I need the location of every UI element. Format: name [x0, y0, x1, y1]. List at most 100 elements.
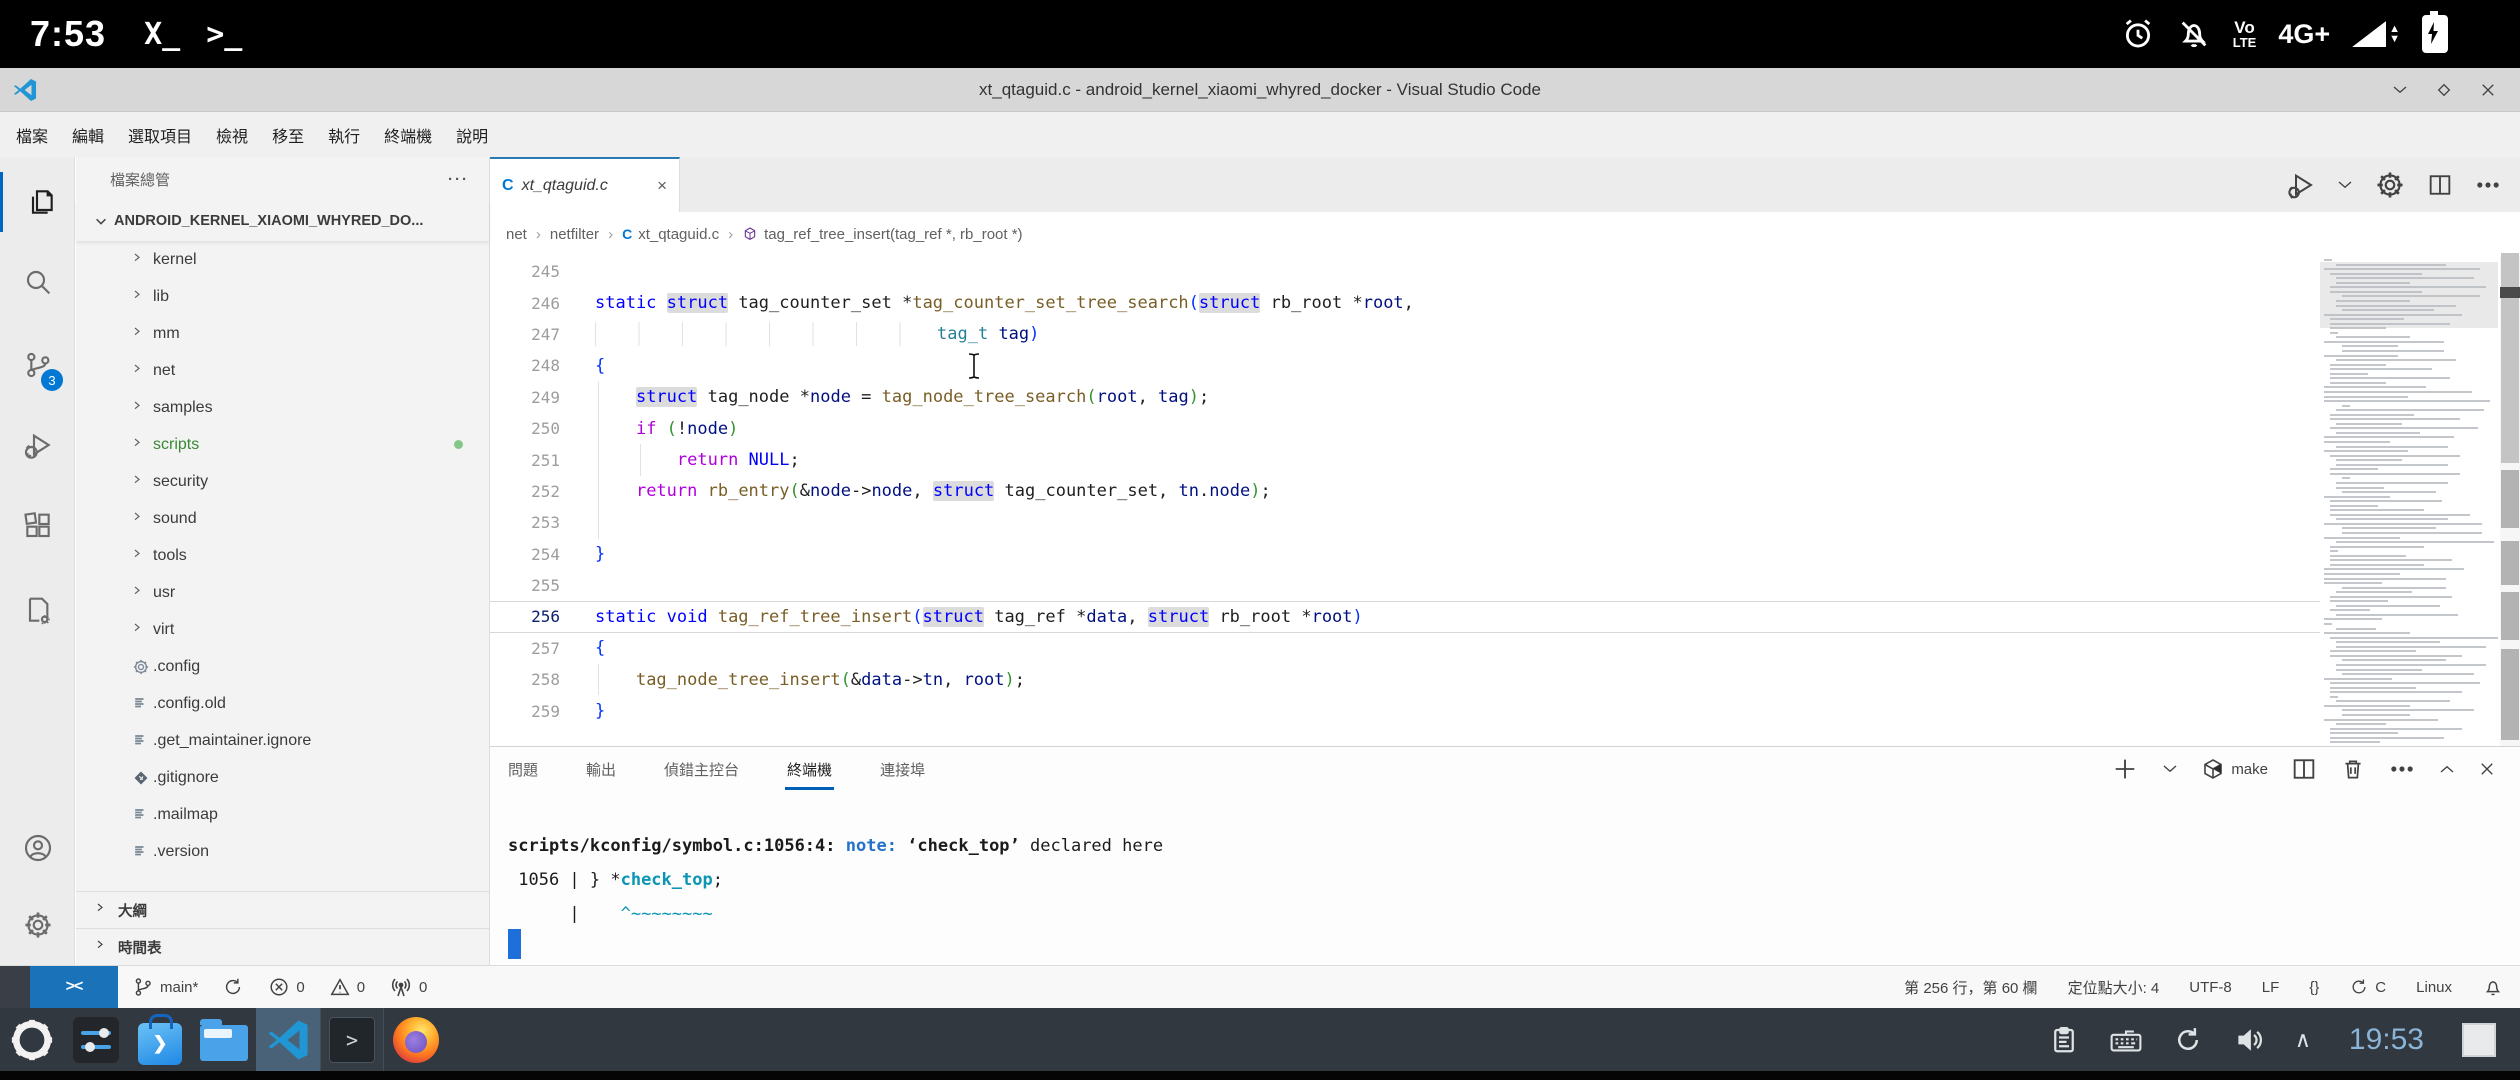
panel-tab[interactable]: 終端機: [785, 753, 834, 786]
panel-tab[interactable]: 偵錯主控台: [662, 753, 741, 786]
activitybar-manage-icon[interactable]: [0, 895, 75, 955]
status-item[interactable]: Linux: [2416, 979, 2452, 996]
tree-item-usr[interactable]: usr: [76, 574, 489, 611]
status-error-item[interactable]: 0: [268, 976, 304, 998]
tree-item-scripts[interactable]: scripts: [76, 426, 489, 463]
volume-icon[interactable]: [2233, 1025, 2265, 1055]
activitybar-accounts-icon[interactable]: [0, 818, 75, 878]
code-line-258[interactable]: 258 tag_node_tree_insert(&data->tn, root…: [490, 664, 2320, 695]
panel-plus-button[interactable]: [2111, 755, 2139, 783]
code-line-249[interactable]: 249 struct tag_node *node = tag_node_tre…: [490, 382, 2320, 413]
activitybar-search-icon[interactable]: [0, 252, 75, 312]
panel-ellipsis-button[interactable]: [2388, 755, 2416, 783]
tree-item-lib[interactable]: lib: [76, 278, 489, 315]
tree-item-security[interactable]: security: [76, 463, 489, 500]
status-warning-item[interactable]: 0: [329, 976, 365, 998]
menu-item[interactable]: 執行: [316, 119, 372, 151]
tree-item-sound[interactable]: sound: [76, 500, 489, 537]
remote-indicator[interactable]: ><: [30, 966, 118, 1008]
explorer-more-actions-icon[interactable]: ···: [448, 171, 469, 188]
sync-tray-icon[interactable]: [2173, 1025, 2203, 1055]
panel-chevron-up-button[interactable]: [2438, 760, 2456, 778]
tab-close-icon[interactable]: ×: [657, 176, 667, 196]
taskbar-app-firefox[interactable]: [384, 1008, 448, 1071]
split-icon[interactable]: [2426, 171, 2454, 199]
gear-icon[interactable]: [2374, 169, 2406, 201]
terminal-output[interactable]: scripts/kconfig/symbol.c:1056:4: note: ‘…: [508, 829, 1163, 931]
breadcrumb-item[interactable]: tag_ref_tree_insert(tag_ref *, rb_root *…: [742, 226, 1022, 243]
panel-tab[interactable]: 連接埠: [878, 753, 927, 786]
status-item[interactable]: {}: [2309, 979, 2319, 996]
status-branch-item[interactable]: main*: [132, 976, 198, 998]
tree-item-kernel[interactable]: kernel: [76, 241, 489, 278]
taskbar-app-vscode[interactable]: [256, 1008, 320, 1071]
tree-item--gitignore[interactable]: .gitignore: [76, 759, 489, 796]
status-broadcast-item[interactable]: 0: [389, 975, 427, 999]
status-item[interactable]: UTF-8: [2189, 979, 2232, 996]
ellipsis-icon[interactable]: [2474, 171, 2502, 199]
taskbar-app-terminal-emulator[interactable]: >: [320, 1008, 384, 1071]
menu-item[interactable]: 編輯: [60, 119, 116, 151]
status-item[interactable]: 第 256 行，第 60 欄: [1904, 977, 2037, 998]
code-line-257[interactable]: 257{: [490, 633, 2320, 664]
panel-make-cube-make-button[interactable]: make: [2201, 757, 2268, 781]
tree-item-tools[interactable]: tools: [76, 537, 489, 574]
sidebar-section[interactable]: 大綱: [76, 891, 489, 928]
activitybar-explorer-icon[interactable]: [0, 172, 78, 232]
panel-trash-button[interactable]: [2340, 756, 2366, 782]
status-item[interactable]: 定位點大小: 4: [2068, 977, 2160, 998]
tree-item--version[interactable]: .version: [76, 833, 489, 870]
taskbar-app-software-store[interactable]: ❯: [128, 1008, 192, 1071]
code-line-248[interactable]: 248{: [490, 350, 2320, 381]
taskbar-app-applications-menu[interactable]: [0, 1008, 64, 1071]
status-sync-item[interactable]: [222, 976, 244, 998]
menu-item[interactable]: 檔案: [4, 119, 60, 151]
tree-item-virt[interactable]: virt: [76, 611, 489, 648]
sidebar-section[interactable]: 時間表: [76, 928, 489, 965]
code-line-251[interactable]: 251 return NULL;: [490, 444, 2320, 475]
code-line-259[interactable]: 259}: [490, 695, 2320, 726]
scrollbar-thumb[interactable]: [2501, 253, 2519, 463]
activitybar-source-control-icon[interactable]: 3: [0, 335, 75, 395]
tab-xt_qtaguid[interactable]: C xt_qtaguid.c ×: [490, 157, 680, 212]
tree-item--mailmap[interactable]: .mailmap: [76, 796, 489, 833]
code-editor[interactable]: 245246static struct tag_counter_set *tag…: [490, 256, 2320, 746]
workspace-root-folder[interactable]: ANDROID_KERNEL_XIAOMI_WHYRED_DO...: [76, 201, 489, 241]
tree-item-samples[interactable]: samples: [76, 389, 489, 426]
taskbar-clock[interactable]: 19:53: [2349, 1023, 2424, 1057]
editor-scrollbar[interactable]: [2500, 256, 2520, 756]
breadcrumb-item[interactable]: Cxt_qtaguid.c: [622, 226, 719, 243]
menu-item[interactable]: 說明: [444, 119, 500, 151]
code-line-245[interactable]: 245: [490, 256, 2320, 287]
tree-item-mm[interactable]: mm: [76, 315, 489, 352]
code-line-253[interactable]: 253: [490, 507, 2320, 538]
tray-expand-icon[interactable]: ∧: [2295, 1027, 2311, 1053]
code-line-256[interactable]: 256static void tag_ref_tree_insert(struc…: [490, 601, 2320, 632]
maximize-button[interactable]: [2434, 80, 2454, 100]
menu-item[interactable]: 檢視: [204, 119, 260, 151]
taskbar-app-settings-manager[interactable]: [64, 1008, 128, 1071]
minimize-button[interactable]: [2390, 80, 2410, 100]
code-line-250[interactable]: 250 if (!node): [490, 413, 2320, 444]
tree-item--config[interactable]: .config: [76, 648, 489, 685]
tree-item-net[interactable]: net: [76, 352, 489, 389]
status-item[interactable]: LF: [2262, 979, 2280, 996]
menu-item[interactable]: 移至: [260, 119, 316, 151]
activitybar-extensions-icon[interactable]: [0, 496, 75, 556]
minimap[interactable]: [2320, 256, 2498, 756]
breadcrumb-item[interactable]: netfilter: [550, 226, 599, 243]
keyboard-icon[interactable]: [2109, 1025, 2143, 1055]
panel-tab[interactable]: 問題: [506, 753, 540, 786]
panel-tab[interactable]: 輸出: [584, 753, 618, 786]
code-line-254[interactable]: 254}: [490, 539, 2320, 570]
activitybar-run-debug-icon[interactable]: [0, 415, 75, 475]
code-line-247[interactable]: 247tag_t tag): [490, 319, 2320, 350]
tree-item--get-maintainer-ignore[interactable]: .get_maintainer.ignore: [76, 722, 489, 759]
code-line-252[interactable]: 252 return rb_entry(&node->node, struct …: [490, 476, 2320, 507]
menu-item[interactable]: 選取項目: [116, 119, 204, 151]
show-desktop-button[interactable]: [2462, 1023, 2496, 1057]
close-button[interactable]: [2478, 80, 2498, 100]
chevron-down-icon[interactable]: [2336, 176, 2354, 194]
panel-close-button[interactable]: [2478, 760, 2496, 778]
menu-item[interactable]: 終端機: [372, 119, 444, 151]
